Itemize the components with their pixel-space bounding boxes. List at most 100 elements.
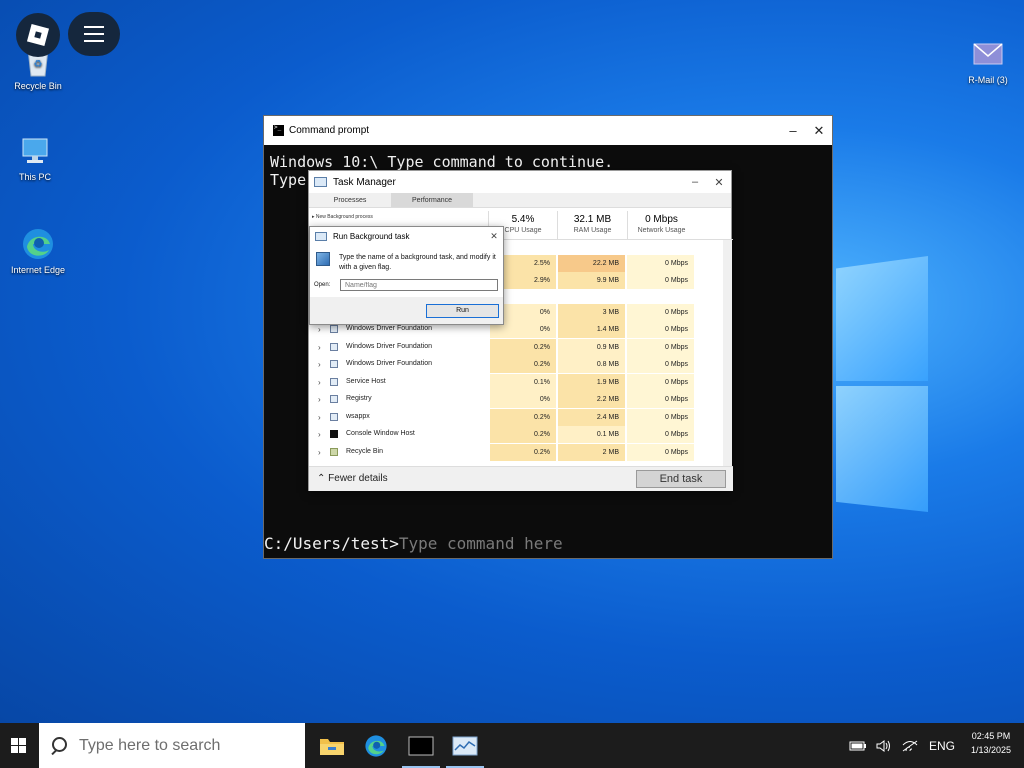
process-icon	[330, 395, 338, 403]
desktop-icon-internet-edge[interactable]: Internet Edge	[2, 226, 74, 275]
taskbar-search[interactable]: Type here to search	[39, 723, 305, 768]
network-cell: 0 Mbps	[627, 444, 694, 461]
tab-processes[interactable]: Processes	[309, 193, 391, 207]
windows-logo-wallpaper	[836, 256, 928, 512]
table-row[interactable]: › Windows Driver Foundation 0.2% 0.8 MB …	[309, 356, 733, 373]
ram-cell: 2.2 MB	[558, 391, 625, 408]
expand-chevron-icon[interactable]: ›	[318, 395, 321, 404]
dialog-title: Run Background task	[333, 231, 410, 241]
scrollbar[interactable]	[723, 240, 732, 466]
ram-cell: 1.9 MB	[558, 374, 625, 391]
tab-performance[interactable]: Performance	[391, 193, 473, 207]
expand-chevron-icon[interactable]: ›	[318, 343, 321, 352]
desktop-icon-this-pc[interactable]: This PC	[0, 133, 71, 182]
process-icon	[330, 360, 338, 368]
command-prompt-taskbar-button[interactable]	[400, 723, 442, 768]
command-input[interactable]: Type command here	[399, 534, 563, 553]
end-task-button[interactable]: End task	[636, 470, 726, 488]
desktop-icon-r-mail[interactable]: R-Mail (3)	[952, 36, 1024, 85]
table-row[interactable]: › Registry 0% 2.2 MB 0 Mbps	[309, 391, 733, 408]
process-name: Windows Driver Foundation	[346, 360, 432, 367]
ram-cell: 0.9 MB	[558, 339, 625, 356]
network-cell: 0 Mbps	[627, 391, 694, 408]
column-ram[interactable]: 32.1 MB RAM Usage	[557, 211, 627, 240]
command-input-area[interactable]: C:/Users/test> Type command here	[264, 534, 563, 553]
desktop-icon-label: R-Mail (3)	[968, 75, 1008, 85]
computer-icon	[316, 252, 330, 266]
ram-total: 32.1 MB	[573, 214, 612, 225]
table-row[interactable]: › Console Window Host 0.2% 0.1 MB 0 Mbps	[309, 426, 733, 443]
clock-date: 1/13/2025	[970, 745, 1012, 755]
table-row[interactable]: › Windows Driver Foundation 0.2% 0.9 MB …	[309, 339, 733, 356]
expand-chevron-icon[interactable]: ›	[318, 430, 321, 439]
process-icon	[330, 413, 338, 421]
fewer-details-link[interactable]: ⌃ Fewer details	[317, 473, 388, 484]
terminal-icon	[408, 736, 434, 755]
start-button[interactable]	[0, 723, 36, 768]
close-button[interactable]: ✕	[806, 123, 832, 139]
search-input[interactable]: Type here to search	[79, 737, 220, 755]
expand-chevron-icon[interactable]: ›	[318, 378, 321, 387]
console-icon	[330, 430, 338, 438]
recycle-bin-icon	[330, 448, 338, 456]
desktop-icon-label: Recycle Bin	[14, 81, 62, 91]
battery-icon[interactable]	[849, 740, 867, 752]
new-background-process-link[interactable]: ▸ New Background process	[312, 214, 373, 220]
console-output-line: Windows 10:\ Type command to continue.	[270, 153, 614, 171]
expand-chevron-icon[interactable]: ›	[318, 325, 321, 334]
volume-icon[interactable]	[875, 739, 893, 753]
run-background-task-dialog[interactable]: Run Background task ✕ Type the name of a…	[309, 226, 504, 325]
expand-chevron-icon[interactable]: ›	[318, 413, 321, 422]
ram-cell: 1.4 MB	[558, 321, 625, 338]
process-name: Console Window Host	[346, 430, 415, 437]
edge-taskbar-button[interactable]	[355, 723, 397, 768]
task-manager-titlebar[interactable]: Task Manager – ✕	[309, 171, 731, 193]
ram-cell: 2 MB	[558, 444, 625, 461]
task-manager-icon	[314, 177, 327, 187]
command-prompt-titlebar[interactable]: Command prompt – ✕	[264, 116, 832, 145]
hamburger-menu-button[interactable]	[68, 12, 120, 56]
cpu-cell: 0.2%	[490, 409, 556, 426]
expand-chevron-icon[interactable]: ›	[318, 360, 321, 369]
table-row[interactable]: › Recycle Bin 0.2% 2 MB 0 Mbps	[309, 444, 733, 461]
expand-chevron-icon[interactable]: ›	[318, 448, 321, 457]
file-explorer-taskbar-button[interactable]	[311, 723, 353, 768]
network-cell: 0 Mbps	[627, 255, 694, 272]
table-row[interactable]: › Service Host 0.1% 1.9 MB 0 Mbps	[309, 374, 733, 391]
clock[interactable]: 02:45 PM 1/13/2025	[960, 729, 1022, 757]
close-button[interactable]: ✕	[707, 176, 731, 189]
run-button[interactable]: Run	[426, 304, 499, 318]
terminal-icon	[273, 124, 284, 136]
process-name: Registry	[346, 395, 372, 402]
dialog-titlebar[interactable]: Run Background task ✕	[310, 227, 503, 245]
close-button[interactable]: ✕	[485, 231, 503, 242]
system-tray: ENG	[849, 723, 955, 768]
minimize-button[interactable]: –	[780, 123, 806, 138]
window-title: Task Manager	[333, 176, 396, 188]
folder-icon	[320, 738, 344, 755]
task-name-input[interactable]	[340, 279, 498, 291]
column-network[interactable]: 0 Mbps Network Usage	[627, 211, 695, 240]
process-name: Service Host	[346, 378, 386, 385]
wifi-icon[interactable]	[901, 739, 919, 753]
ram-cell: 3 MB	[558, 304, 625, 321]
mail-icon	[970, 36, 1006, 72]
task-manager-taskbar-button[interactable]	[444, 723, 486, 768]
network-cell: 0 Mbps	[627, 304, 694, 321]
network-cell: 0 Mbps	[627, 339, 694, 356]
table-row[interactable]: › wsappx 0.2% 2.4 MB 0 Mbps	[309, 409, 733, 426]
ram-cell: 0.8 MB	[558, 356, 625, 373]
minimize-button[interactable]: –	[683, 176, 707, 188]
network-cell: 0 Mbps	[627, 374, 694, 391]
network-cell: 0 Mbps	[627, 321, 694, 338]
task-manager-window[interactable]: Task Manager – ✕ Processes Performance ▸…	[308, 170, 733, 491]
cpu-cell: 0.2%	[490, 426, 556, 443]
cpu-cell: 0.2%	[490, 356, 556, 373]
network-cell: 0 Mbps	[627, 356, 694, 373]
language-indicator[interactable]: ENG	[929, 739, 955, 753]
roblox-button[interactable]	[16, 13, 60, 57]
windows-start-icon	[10, 738, 26, 753]
ram-cell: 22.2 MB	[558, 255, 625, 272]
process-icon	[330, 343, 338, 351]
network-cell: 0 Mbps	[627, 272, 694, 289]
